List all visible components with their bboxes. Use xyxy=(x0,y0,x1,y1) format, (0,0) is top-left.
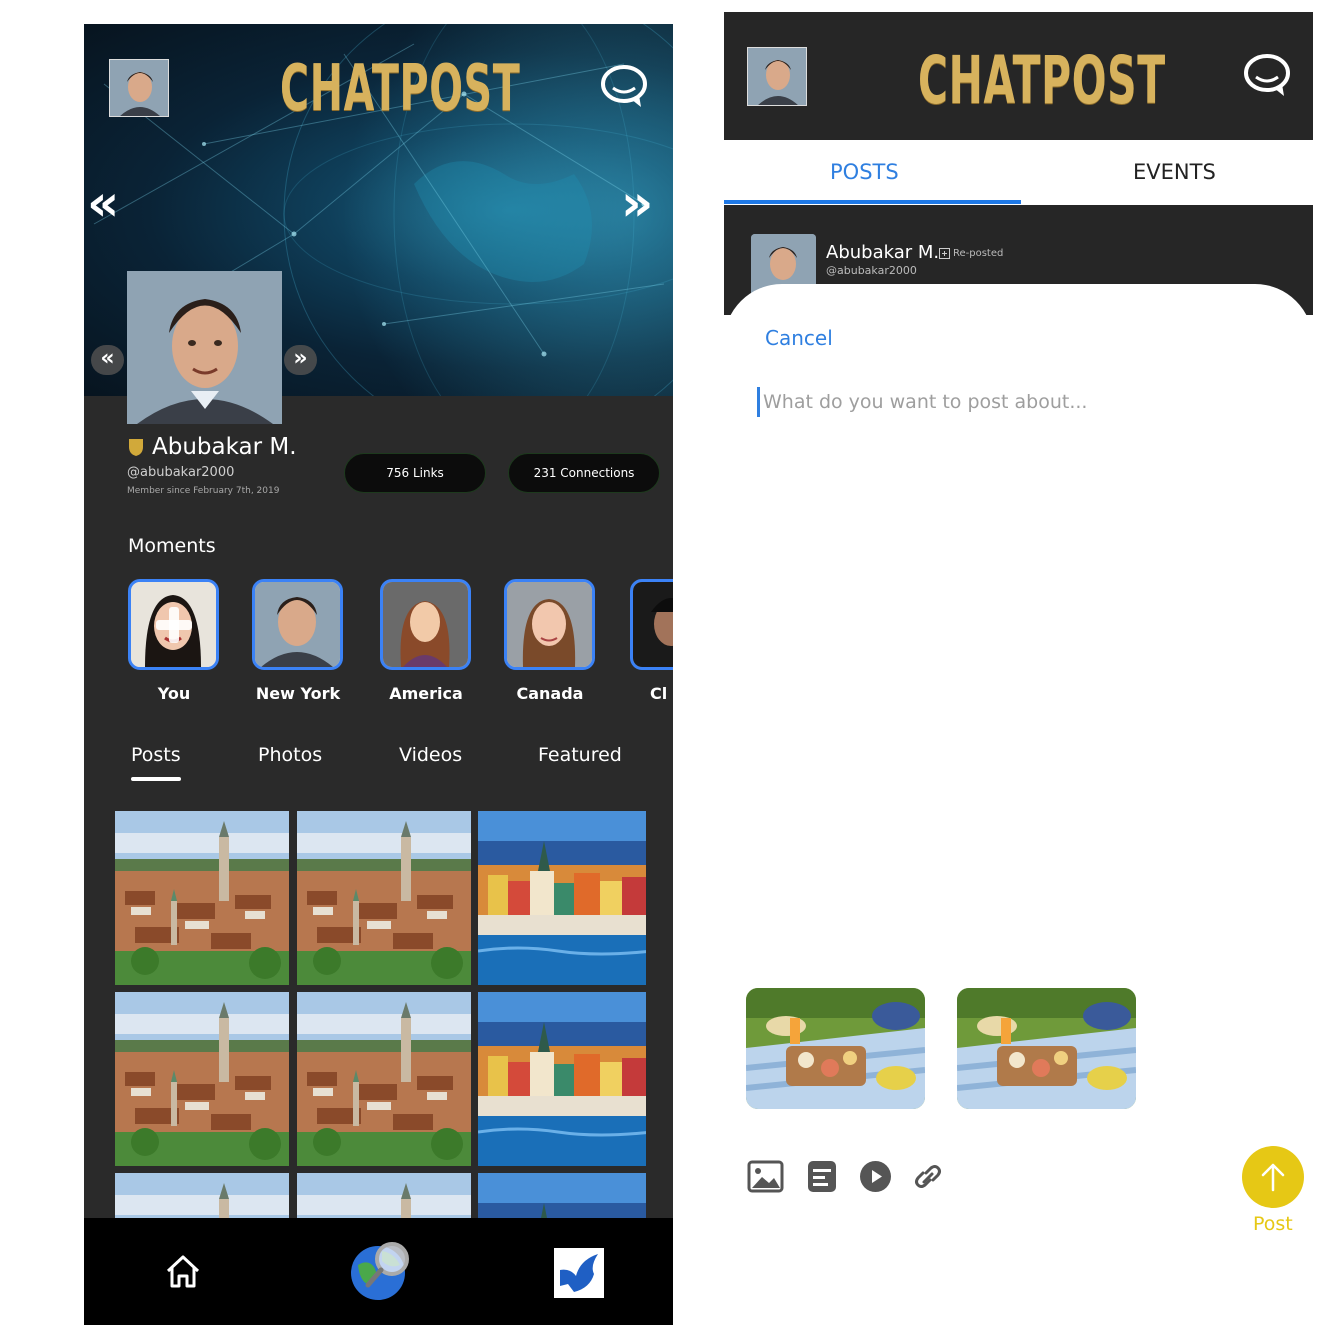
chat-bubble-icon[interactable] xyxy=(1242,52,1292,102)
moment-label: New York xyxy=(255,684,341,703)
post-button[interactable] xyxy=(1242,1146,1304,1208)
profile-name-row: Abubakar M. xyxy=(127,434,297,460)
moment-label: You xyxy=(157,684,191,703)
feed-tabs xyxy=(724,140,1313,205)
grid-photo[interactable] xyxy=(297,811,471,985)
app-logo: CHATPOST xyxy=(918,42,1166,119)
text-caret xyxy=(757,387,760,417)
post-author-handle: @abubakar2000 xyxy=(826,264,917,277)
grid-photo[interactable] xyxy=(115,811,289,985)
moment-thumbnail xyxy=(128,579,219,670)
double-chevron-right-icon[interactable]: » xyxy=(621,174,653,232)
moment-label: Cl xyxy=(650,684,668,703)
add-moment-icon xyxy=(155,606,192,643)
grid-photo[interactable] xyxy=(297,992,471,1166)
attached-image[interactable] xyxy=(957,988,1136,1109)
dove-icon[interactable] xyxy=(554,1248,604,1302)
app-header: CHATPOST xyxy=(724,12,1313,140)
home-icon[interactable] xyxy=(164,1252,202,1294)
arrow-up-icon xyxy=(1261,1163,1285,1192)
moment-label: America xyxy=(389,684,463,703)
grid-photo[interactable] xyxy=(115,1173,289,1218)
moment-thumbnail xyxy=(504,579,595,670)
play-icon[interactable] xyxy=(859,1160,892,1197)
moment-thumbnail xyxy=(630,579,673,670)
tab-posts[interactable]: POSTS xyxy=(830,160,899,184)
moment-thumbnail xyxy=(252,579,343,670)
screen: CHATPOST « » « » Abubakar M. @abubakar20… xyxy=(0,0,1333,1333)
bottom-nav xyxy=(84,1218,673,1325)
grid-photo[interactable] xyxy=(115,992,289,1166)
photo-grid xyxy=(115,811,646,1218)
profile-tabs: Posts Photos Videos Featured xyxy=(84,744,673,784)
moment-label: Canada xyxy=(516,684,584,703)
photo-next-button[interactable]: » xyxy=(284,345,317,375)
tab-events[interactable]: EVENTS xyxy=(1133,160,1216,184)
active-tab-indicator xyxy=(724,200,1021,204)
double-chevron-left-icon[interactable]: « xyxy=(87,174,119,232)
tab-photos[interactable]: Photos xyxy=(258,744,322,766)
shield-badge-icon xyxy=(129,439,143,456)
cancel-button[interactable]: Cancel xyxy=(765,326,833,350)
header-avatar[interactable] xyxy=(747,47,807,106)
globe-search-icon[interactable] xyxy=(346,1235,416,1309)
attached-image[interactable] xyxy=(746,988,925,1109)
chat-bubble-icon[interactable] xyxy=(599,63,649,113)
moment-canada[interactable]: Canada xyxy=(504,579,596,703)
profile-screen: CHATPOST « » « » Abubakar M. @abubakar20… xyxy=(84,24,673,1325)
grid-photo[interactable] xyxy=(297,1173,471,1218)
tab-featured[interactable]: Featured xyxy=(538,744,622,766)
moment-new-york[interactable]: New York xyxy=(252,579,344,703)
image-icon[interactable] xyxy=(747,1160,784,1197)
header-avatar[interactable] xyxy=(109,59,169,117)
moment-america[interactable]: America xyxy=(380,579,472,703)
profile-handle: @abubakar2000 xyxy=(127,465,235,480)
grid-photo[interactable] xyxy=(478,811,646,985)
moment-cl[interactable]: Cl xyxy=(630,579,673,703)
tab-videos[interactable]: Videos xyxy=(399,744,462,766)
post-input[interactable] xyxy=(763,386,1263,418)
member-since: Member since February 7th, 2019 xyxy=(127,486,280,496)
moment-thumbnail xyxy=(380,579,471,670)
links-button[interactable]: 756 Links xyxy=(344,453,486,493)
document-icon[interactable] xyxy=(807,1160,837,1197)
moments-title: Moments xyxy=(128,535,216,557)
profile-photo[interactable] xyxy=(127,271,282,424)
profile-name: Abubakar M. xyxy=(152,434,297,460)
link-icon[interactable] xyxy=(914,1160,942,1197)
photo-prev-button[interactable]: « xyxy=(91,345,124,375)
grid-photo[interactable] xyxy=(478,1173,646,1218)
app-logo: CHATPOST xyxy=(280,52,521,126)
moment-you[interactable]: You xyxy=(128,579,220,703)
repost-text: Re-posted xyxy=(953,248,1004,259)
compose-screen: CHATPOST POSTS EVENTS Abubakar M. Re-pos… xyxy=(724,12,1313,1322)
grid-photo[interactable] xyxy=(478,992,646,1166)
post-button-label: Post xyxy=(1253,1213,1293,1235)
repost-icon xyxy=(939,248,950,259)
tab-posts[interactable]: Posts xyxy=(131,744,181,781)
connections-button[interactable]: 231 Connections xyxy=(508,453,660,493)
repost-label: Re-posted xyxy=(939,248,1003,259)
post-author-name: Abubakar M. xyxy=(826,242,940,263)
